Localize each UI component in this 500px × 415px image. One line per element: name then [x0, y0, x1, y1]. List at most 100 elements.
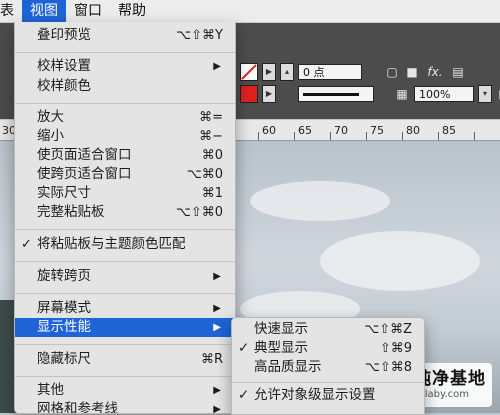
menu-item-grids-and-guides[interactable]: 网格和参考线 ▶ [15, 400, 235, 414]
submenu-item-fast-display[interactable]: 快速显示 ⌥⇧⌘Z [232, 320, 424, 339]
stroke-swatch[interactable] [240, 85, 258, 103]
grid-icon[interactable]: ▦ [394, 86, 410, 102]
display-performance-submenu: 快速显示 ⌥⇧⌘Z ✓ 典型显示 ⇧⌘9 高品质显示 ⌥⇧⌘8 ✓ 允许对象级显… [231, 317, 425, 415]
checkmark-icon: ✓ [21, 237, 32, 252]
menu-separator [15, 344, 235, 345]
menu-item-label: 将粘贴板与主题颜色匹配 [37, 236, 186, 252]
menu-item-shortcut: ⌘0 [201, 148, 223, 163]
submenu-arrow-icon: ▶ [213, 385, 221, 396]
ruler-tick [330, 132, 331, 140]
menu-item-shortcut: ⌘1 [201, 186, 223, 201]
menu-item-rotate-spread[interactable]: 旋转跨页 ▶ [15, 267, 235, 286]
menu-item-zoom-out[interactable]: 缩小 ⌘− [15, 127, 235, 146]
ruler-tick [438, 132, 439, 140]
menu-item-shortcut: ⌥⇧⌘0 [175, 205, 223, 220]
menu-item-proof-setup[interactable]: 校样设置 ▶ [15, 57, 235, 76]
submenu-item-allow-object-level-display[interactable]: ✓ 允许对象级显示设置 [232, 386, 424, 405]
ruler-label: 75 [370, 124, 384, 137]
menu-item-label: 校样设置 [37, 58, 91, 74]
ruler-tick [474, 132, 475, 140]
menu-item-label: 显示性能 [37, 319, 91, 335]
menu-item-label: 使跨页适合窗口 [37, 166, 132, 182]
menu-item-match-pasteboard-theme[interactable]: ✓ 将粘贴板与主题颜色匹配 [15, 235, 235, 254]
cloud-shape [250, 181, 390, 221]
menu-item-shortcut: ⌘− [199, 129, 223, 144]
menu-item-label: 快速显示 [254, 321, 308, 337]
menu-item-shortcut: ⌘= [199, 110, 223, 125]
ruler-tick [366, 132, 367, 140]
menu-item-label: 叠印预览 [37, 27, 91, 43]
menu-item-zoom-in[interactable]: 放大 ⌘= [15, 108, 235, 127]
ruler-tick [258, 132, 259, 140]
menu-item-shortcut: ⌥⇧⌘Z [364, 322, 412, 337]
zoom-field[interactable]: 100% [414, 86, 474, 102]
menu-item-actual-size[interactable]: 实际尺寸 ⌘1 [15, 184, 235, 203]
menu-item-shortcut: ⌥⇧⌘Y [176, 28, 223, 43]
menubar-item-window[interactable]: 窗口 [66, 0, 110, 22]
fill-dropdown-arrow-icon[interactable]: ▶ [262, 63, 276, 81]
menubar-item-table[interactable]: 表 [0, 0, 22, 22]
checkmark-icon: ✓ [238, 340, 250, 356]
submenu-arrow-icon: ▶ [213, 271, 221, 282]
stroke-dropdown-arrow-icon[interactable]: ▶ [262, 85, 276, 103]
stroke-type-select[interactable] [298, 86, 374, 102]
menu-separator [15, 261, 235, 262]
ruler-label: 60 [262, 124, 276, 137]
toolbar-row-fill: ▶ ▴ 0 点 ▢ ■ fx. ▤ [240, 61, 466, 83]
menu-item-proof-colors[interactable]: 校样颜色 [15, 77, 235, 96]
ruler-label: 85 [442, 124, 456, 137]
menu-separator [15, 103, 235, 104]
menu-item-shortcut: ⇧⌘9 [379, 341, 412, 356]
ruler-tick [294, 132, 295, 140]
submenu-item-typical-display[interactable]: ✓ 典型显示 ⇧⌘9 [232, 339, 424, 358]
menu-item-label: 隐藏标尺 [37, 351, 91, 367]
menu-separator [15, 293, 235, 294]
menu-item-label: 缩小 [37, 128, 64, 144]
menu-item-label: 允许对象级显示设置 [254, 387, 376, 403]
menu-item-shortcut: ⌘R [200, 352, 223, 367]
square-icon[interactable]: ■ [404, 64, 420, 80]
ruler-tick [402, 132, 403, 140]
menu-item-shortcut: ⌥⌘0 [186, 167, 223, 182]
menu-item-screen-mode[interactable]: 屏幕模式 ▶ [15, 299, 235, 318]
ruler-label: 65 [298, 124, 312, 137]
fill-swatch[interactable] [240, 63, 258, 81]
menu-item-shortcut: ⌥⇧⌘8 [364, 360, 412, 375]
menu-separator [15, 229, 235, 230]
ruler-label: 80 [406, 124, 420, 137]
opacity-icon[interactable]: ▤ [450, 64, 466, 80]
menu-item-display-performance[interactable]: 显示性能 ▶ [15, 318, 235, 337]
stroke-weight-field[interactable]: 0 点 [298, 64, 362, 80]
menu-item-label: 旋转跨页 [37, 268, 91, 284]
submenu-arrow-icon: ▶ [213, 61, 221, 72]
menu-item-overprint-preview[interactable]: 叠印预览 ⌥⇧⌘Y [15, 26, 235, 45]
menu-item-entire-pasteboard[interactable]: 完整粘贴板 ⌥⇧⌘0 [15, 203, 235, 222]
menu-item-hide-rulers[interactable]: 隐藏标尺 ⌘R [15, 350, 235, 369]
checkmark-icon: ✓ [238, 387, 250, 403]
cloud-shape [320, 231, 480, 291]
fx-icon[interactable]: fx. [424, 64, 446, 80]
menu-item-label: 校样颜色 [37, 78, 91, 94]
menu-item-label: 网格和参考线 [37, 401, 118, 414]
menu-item-fit-page-in-window[interactable]: 使页面适合窗口 ⌘0 [15, 146, 235, 165]
stroke-weight-stepper-icon[interactable]: ▴ [280, 63, 294, 81]
menu-item-label: 完整粘贴板 [37, 204, 105, 220]
menu-item-label: 高品质显示 [254, 359, 322, 375]
view-menu-dropdown: 叠印预览 ⌥⇧⌘Y 校样设置 ▶ 校样颜色 放大 ⌘= 缩小 ⌘− 使页面适合窗… [14, 22, 236, 414]
submenu-arrow-icon: ▶ [213, 404, 221, 414]
zoom-dropdown-arrow-icon[interactable]: ▾ [478, 85, 492, 103]
menu-item-other[interactable]: 其他 ▶ [15, 381, 235, 400]
menu-separator [15, 52, 235, 53]
menubar-item-view[interactable]: 视图 [22, 0, 66, 22]
submenu-item-high-quality-display[interactable]: 高品质显示 ⌥⇧⌘8 [232, 358, 424, 377]
toolbar-row-stroke: ▶ ▦ 100% ▾ ▣ [240, 83, 500, 105]
menubar-item-help[interactable]: 帮助 [110, 0, 154, 22]
menu-item-label: 其他 [37, 382, 64, 398]
frame-icon[interactable]: ▢ [384, 64, 400, 80]
panel-toggle-icon[interactable]: ▣ [496, 86, 500, 102]
submenu-arrow-icon: ▶ [213, 322, 221, 333]
menu-separator [15, 376, 235, 377]
menu-item-label: 屏幕模式 [37, 300, 91, 316]
menu-item-fit-spread-in-window[interactable]: 使跨页适合窗口 ⌥⌘0 [15, 165, 235, 184]
menu-item-label: 实际尺寸 [37, 185, 91, 201]
